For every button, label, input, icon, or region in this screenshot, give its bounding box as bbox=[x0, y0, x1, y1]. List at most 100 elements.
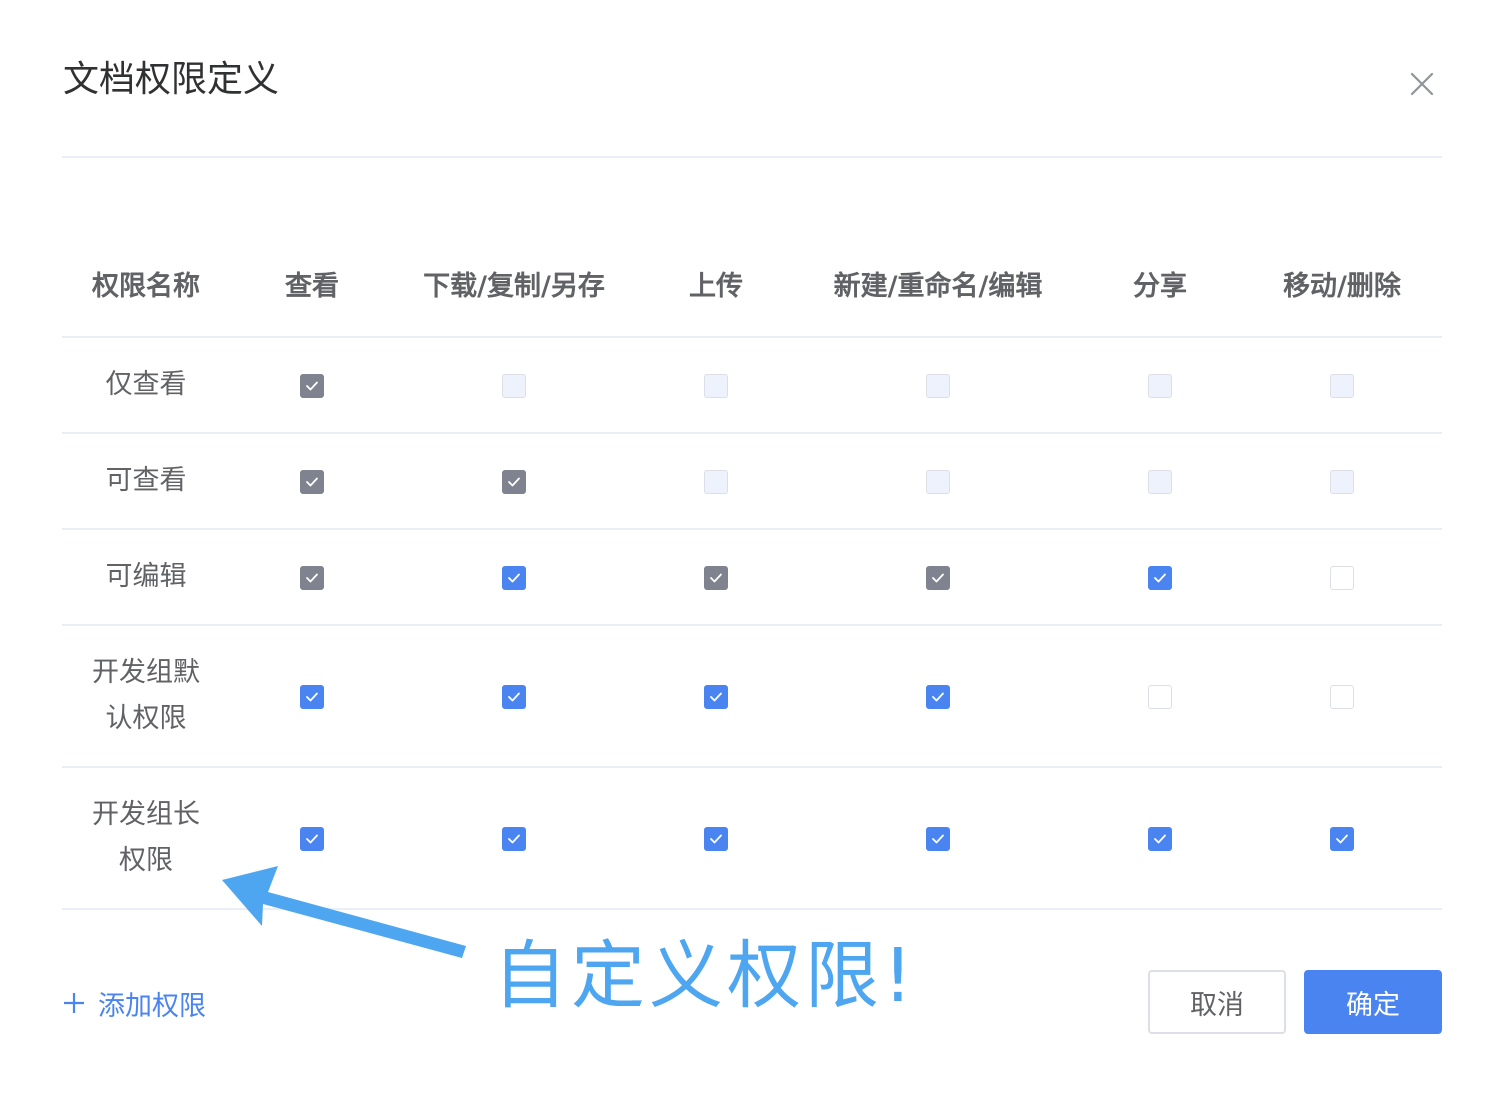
permission-table: 权限名称 查看 下载/复制/另存 上传 新建/重命名/编辑 分享 移动/删除 仅… bbox=[62, 230, 1442, 910]
checkbox-cell bbox=[798, 625, 1078, 768]
cancel-button[interactable]: 取消 bbox=[1148, 970, 1286, 1034]
checkbox-download bbox=[502, 374, 526, 398]
checkbox-view[interactable] bbox=[300, 827, 324, 851]
checkbox-move-delete[interactable] bbox=[1330, 827, 1354, 851]
checkbox-cell bbox=[1078, 625, 1242, 768]
checkbox-cell bbox=[1078, 433, 1242, 530]
row-name-cell: 仅查看 bbox=[62, 337, 230, 434]
checkbox-cell bbox=[230, 625, 394, 768]
checkbox-view bbox=[300, 566, 324, 590]
check-icon bbox=[710, 573, 722, 583]
checkbox-share[interactable] bbox=[1148, 827, 1172, 851]
checkbox-view bbox=[300, 470, 324, 494]
check-icon bbox=[306, 477, 318, 487]
checkbox-create-edit[interactable] bbox=[926, 827, 950, 851]
check-icon bbox=[306, 692, 318, 702]
check-icon bbox=[710, 834, 722, 844]
table-header-row: 权限名称 查看 下载/复制/另存 上传 新建/重命名/编辑 分享 移动/删除 bbox=[62, 230, 1442, 338]
checkbox-cell bbox=[394, 625, 634, 768]
permission-name: 可查看 bbox=[105, 465, 187, 496]
permission-name: 开发组长权限 bbox=[92, 799, 200, 876]
checkbox-download bbox=[502, 470, 526, 494]
table-row: 仅查看 bbox=[62, 337, 1442, 434]
check-icon bbox=[932, 834, 944, 844]
checkbox-cell bbox=[798, 433, 1078, 530]
checkbox-cell bbox=[798, 529, 1078, 626]
column-header-create-edit: 新建/重命名/编辑 bbox=[798, 230, 1078, 338]
checkbox-cell bbox=[230, 529, 394, 626]
checkbox-upload[interactable] bbox=[704, 827, 728, 851]
checkbox-cell bbox=[230, 767, 394, 910]
add-permission-link[interactable]: 添加权限 bbox=[62, 982, 206, 1024]
check-icon bbox=[508, 834, 520, 844]
checkbox-cell bbox=[1242, 529, 1442, 626]
checkbox-cell bbox=[634, 625, 798, 768]
checkbox-cell bbox=[1242, 337, 1442, 434]
checkbox-cell bbox=[634, 433, 798, 530]
table-row: 开发组长权限 bbox=[62, 767, 1442, 910]
permission-dialog: 文档权限定义 权限名称 查看 下载/复制/另存 上传 新建/重命名/编辑 分享 bbox=[0, 0, 1502, 1094]
checkbox-download[interactable] bbox=[502, 685, 526, 709]
close-button[interactable] bbox=[1398, 60, 1446, 108]
check-icon bbox=[932, 573, 944, 583]
checkbox-cell bbox=[1242, 625, 1442, 768]
check-icon bbox=[508, 477, 520, 487]
checkbox-cell bbox=[230, 337, 394, 434]
check-icon bbox=[508, 573, 520, 583]
row-name-cell: 可编辑 bbox=[62, 529, 230, 626]
permission-name: 可编辑 bbox=[105, 561, 187, 592]
checkbox-cell bbox=[798, 767, 1078, 910]
check-icon bbox=[1154, 573, 1166, 583]
checkbox-view[interactable] bbox=[300, 685, 324, 709]
checkbox-upload bbox=[704, 566, 728, 590]
check-icon bbox=[1336, 834, 1348, 844]
checkbox-share bbox=[1148, 470, 1172, 494]
dialog-title: 文档权限定义 bbox=[63, 59, 280, 100]
checkbox-cell bbox=[1078, 767, 1242, 910]
checkbox-cell bbox=[394, 433, 634, 530]
checkbox-upload bbox=[704, 374, 728, 398]
column-header-move-delete: 移动/删除 bbox=[1242, 230, 1442, 338]
column-header-name: 权限名称 bbox=[62, 230, 230, 338]
table-row: 开发组默认权限 bbox=[62, 625, 1442, 768]
checkbox-cell bbox=[230, 433, 394, 530]
checkbox-create-edit[interactable] bbox=[926, 685, 950, 709]
row-name-cell: 开发组长权限 bbox=[62, 767, 230, 910]
check-icon bbox=[508, 692, 520, 702]
column-header-upload: 上传 bbox=[634, 230, 798, 338]
table-row: 可编辑 bbox=[62, 529, 1442, 626]
checkbox-create-edit bbox=[926, 374, 950, 398]
check-icon bbox=[306, 573, 318, 583]
checkbox-move-delete[interactable] bbox=[1330, 566, 1354, 590]
checkbox-cell bbox=[394, 767, 634, 910]
column-header-view: 查看 bbox=[230, 230, 394, 338]
row-name-cell: 开发组默认权限 bbox=[62, 625, 230, 768]
checkbox-cell bbox=[634, 337, 798, 434]
confirm-button[interactable]: 确定 bbox=[1304, 970, 1442, 1034]
check-icon bbox=[932, 692, 944, 702]
checkbox-create-edit bbox=[926, 566, 950, 590]
checkbox-share[interactable] bbox=[1148, 566, 1172, 590]
check-icon bbox=[306, 834, 318, 844]
checkbox-share[interactable] bbox=[1148, 685, 1172, 709]
checkbox-download[interactable] bbox=[502, 566, 526, 590]
column-header-share: 分享 bbox=[1078, 230, 1242, 338]
checkbox-move-delete[interactable] bbox=[1330, 685, 1354, 709]
annotation-text: 自定义权限! bbox=[493, 933, 917, 1019]
checkbox-cell bbox=[1242, 433, 1442, 530]
checkbox-cell bbox=[1242, 767, 1442, 910]
plus-icon bbox=[64, 993, 84, 1013]
checkbox-move-delete bbox=[1330, 470, 1354, 494]
checkbox-cell bbox=[634, 529, 798, 626]
checkbox-move-delete bbox=[1330, 374, 1354, 398]
checkbox-cell bbox=[394, 337, 634, 434]
add-permission-label: 添加权限 bbox=[98, 990, 206, 1022]
check-icon bbox=[306, 381, 318, 391]
table-row: 可查看 bbox=[62, 433, 1442, 530]
close-icon bbox=[1410, 72, 1434, 96]
checkbox-upload[interactable] bbox=[704, 685, 728, 709]
checkbox-download[interactable] bbox=[502, 827, 526, 851]
checkbox-view bbox=[300, 374, 324, 398]
checkbox-cell bbox=[394, 529, 634, 626]
checkbox-upload bbox=[704, 470, 728, 494]
